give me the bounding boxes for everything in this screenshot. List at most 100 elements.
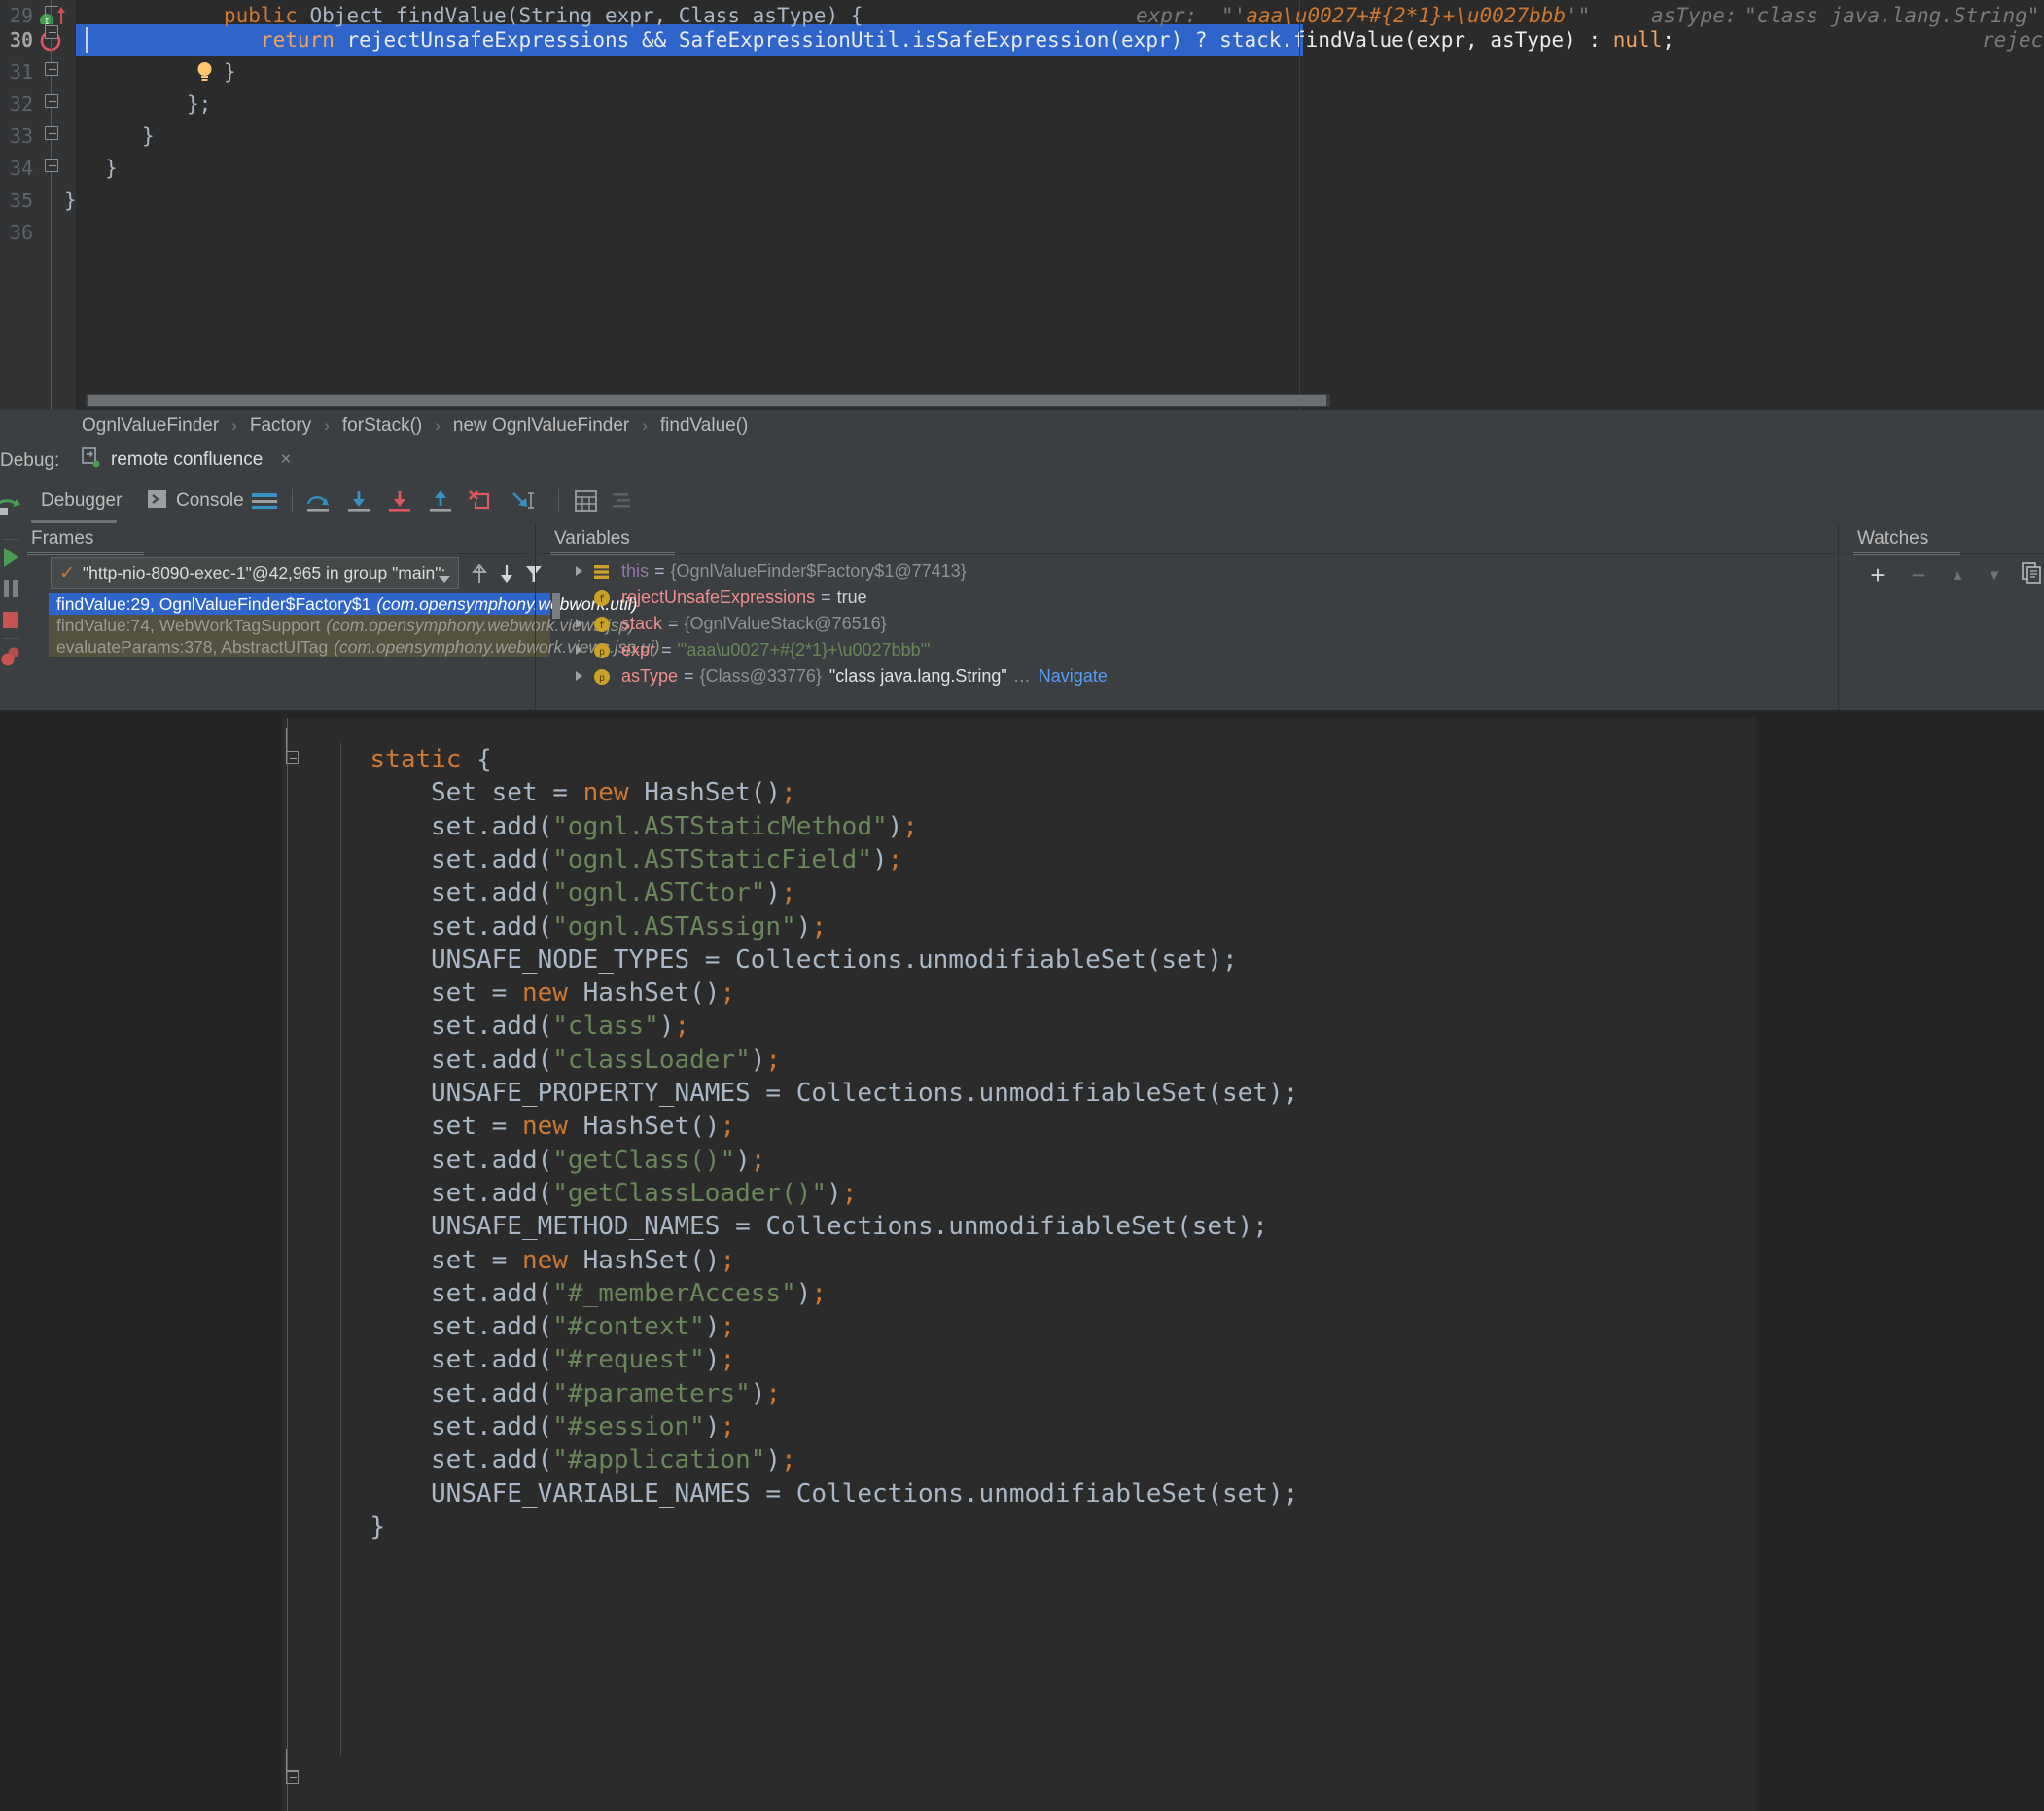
breadcrumb[interactable]: OgnlValueFinder › Factory › forStack() ›… xyxy=(0,410,2044,442)
run-to-cursor-icon[interactable] xyxy=(508,479,539,523)
frame-row[interactable]: evaluateParams:378, AbstractUITag (com.o… xyxy=(49,636,659,657)
editor-lower-pane[interactable]: static {Set set = new HashSet(); set.add(… xyxy=(282,718,1756,1811)
variable-row-rejectUnsafeExpressions[interactable]: f rejectUnsafeExpressions = true xyxy=(572,585,867,611)
add-watch-icon[interactable]: + xyxy=(1857,560,1898,590)
code-token: set.add( xyxy=(431,844,553,874)
chevron-right-icon[interactable] xyxy=(572,663,587,690)
stop-icon[interactable] xyxy=(1,610,20,636)
debugger-toolbar: Debugger Console xyxy=(0,479,2044,523)
variable-row-expr[interactable]: p expr = "'aaa\u0027+#{2*1}+\u0027bbb'" xyxy=(572,637,930,663)
code-token: UNSAFE_NODE_TYPES = Collections.unmodifi… xyxy=(431,944,1238,975)
variable-row-this[interactable]: this = {OgnlValueFinder$Factory$1@77413} xyxy=(572,558,967,585)
tab-console[interactable]: Console xyxy=(148,479,244,523)
debug-session-tab[interactable]: remote confluence × xyxy=(70,442,300,479)
resume-program-icon[interactable] xyxy=(0,545,21,575)
threads-and-variables-icon[interactable] xyxy=(611,479,636,523)
fold-marker-icon[interactable] xyxy=(45,126,58,140)
code-token: set.add( xyxy=(431,1378,553,1408)
frame-row[interactable]: findValue:29, OgnlValueFinder$Factory$1 … xyxy=(49,593,637,615)
step-out-icon[interactable] xyxy=(426,479,455,523)
code-line: set.add("class"); xyxy=(431,1010,689,1043)
drop-frame-icon[interactable] xyxy=(467,479,496,523)
editor-top-pane[interactable]: 29 I 30 31 32 33 34 35 36 public Object … xyxy=(0,0,2044,410)
gutter-line-31[interactable]: 31 xyxy=(0,56,76,89)
editor-horizontal-scrollbar[interactable] xyxy=(86,394,1330,407)
tab-debugger[interactable]: Debugger xyxy=(41,479,122,523)
variable-row-asType[interactable]: p asType = {Class@33776} "class java.lan… xyxy=(572,663,1108,690)
breadcrumb-item-4[interactable]: findValue() xyxy=(660,415,748,437)
code-token: set.add( xyxy=(431,1045,553,1075)
chevron-right-icon[interactable] xyxy=(572,637,587,663)
variable-value: "'aaa\u0027+#{2*1}+\u0027bbb'" xyxy=(677,640,931,659)
frames-list[interactable]: findValue:29, OgnlValueFinder$Factory$1 … xyxy=(49,593,659,657)
navigate-link[interactable]: Navigate xyxy=(1039,666,1108,687)
fold-region-top[interactable] xyxy=(45,6,58,25)
watches-panel-title: Watches xyxy=(1857,528,1929,549)
frames-up-icon[interactable] xyxy=(471,563,488,588)
breadcrumb-item-3[interactable]: new OgnlValueFinder xyxy=(453,415,629,437)
thread-selector[interactable]: ✓ "http-nio-8090-exec-1"@42,965 in group… xyxy=(51,557,459,589)
frame-row[interactable]: findValue:74, WebWorkTagSupport (com.ope… xyxy=(49,615,634,636)
frames-down-icon[interactable] xyxy=(498,564,515,588)
chevron-right-icon[interactable] xyxy=(572,611,587,637)
watches-panel-header[interactable]: Watches xyxy=(1853,523,2032,555)
variable-name: rejectUnsafeExpressions xyxy=(621,587,816,607)
inlay-hint-trailing: rejec xyxy=(1982,28,2044,52)
fold-marker-icon[interactable] xyxy=(45,62,58,76)
variable-row-stack[interactable]: f stack = {OgnlValueStack@76516} xyxy=(572,611,887,637)
frame-method: findValue:74, WebWorkTagSupport xyxy=(56,615,321,635)
gutter-line-34[interactable]: 34 xyxy=(0,153,76,185)
breadcrumb-item-0[interactable]: OgnlValueFinder xyxy=(82,415,219,437)
layout-settings-icon[interactable] xyxy=(251,479,278,523)
editor-lower-code[interactable]: static {Set set = new HashSet(); set.add(… xyxy=(282,718,1756,1811)
fold-marker-icon[interactable] xyxy=(45,159,58,172)
evaluate-expression-icon[interactable] xyxy=(574,479,599,523)
step-over-icon[interactable] xyxy=(303,479,333,523)
svg-text:f: f xyxy=(599,594,605,606)
code-token: "#application" xyxy=(552,1445,766,1475)
code-token: new xyxy=(521,978,583,1009)
breadcrumb-separator: › xyxy=(324,416,330,435)
thread-status-check-icon: ✓ xyxy=(59,563,75,584)
frames-scrollbar[interactable] xyxy=(552,593,560,657)
equals-sign: = xyxy=(821,587,831,607)
fold-marker-icon[interactable] xyxy=(45,94,58,108)
debug-left-rail xyxy=(0,499,22,710)
rerun-icon[interactable] xyxy=(0,490,23,524)
intention-bulb-icon[interactable] xyxy=(97,28,212,81)
chevron-right-icon[interactable] xyxy=(572,558,587,585)
debug-session-tabbar: Debug: remote confluence × xyxy=(0,442,2044,479)
editor-top-code[interactable]: public Object findValue(String expr, Cla… xyxy=(64,0,2044,410)
code-token: UNSAFE_METHOD_NAMES = Collections.unmodi… xyxy=(431,1212,1268,1242)
close-icon[interactable]: × xyxy=(280,449,291,471)
step-into-icon[interactable] xyxy=(344,479,373,523)
gutter-line-33[interactable]: 33 xyxy=(0,121,76,153)
pause-program-icon[interactable] xyxy=(1,577,20,605)
line-number: 36 xyxy=(9,221,33,244)
line-number: 32 xyxy=(9,92,33,116)
breadcrumb-item-1[interactable]: Factory xyxy=(250,415,311,437)
gutter-line-30[interactable]: 30 xyxy=(0,24,76,56)
code-token: ; xyxy=(781,778,796,808)
move-watch-up-icon: ▲ xyxy=(1950,566,1965,584)
pane-separator[interactable] xyxy=(535,523,536,710)
gutter-line-32[interactable]: 32 xyxy=(0,89,76,121)
code-token: "ognl.ASTStaticMethod" xyxy=(552,811,888,841)
frames-panel-header[interactable]: Frames xyxy=(27,523,206,555)
force-step-into-icon[interactable] xyxy=(385,479,414,523)
gutter-line-36[interactable]: 36 xyxy=(0,217,76,249)
copy-watch-icon[interactable] xyxy=(2013,561,2044,588)
watches-toolbar: + − ▲ ▼ xyxy=(1857,558,2044,591)
mute-breakpoints-icon[interactable] xyxy=(0,644,22,674)
pane-separator[interactable] xyxy=(1838,523,1839,710)
fold-marker-icon[interactable] xyxy=(45,25,58,39)
frames-filter-icon[interactable] xyxy=(525,564,543,588)
code-token: set.add( xyxy=(431,1345,553,1375)
breadcrumb-item-2[interactable]: forStack() xyxy=(342,415,422,437)
variables-panel-header[interactable]: Variables xyxy=(550,523,749,555)
scrollbar-thumb[interactable] xyxy=(552,593,560,619)
chevron-down-icon[interactable] xyxy=(439,571,450,588)
code-line-34: } xyxy=(105,157,118,180)
scrollbar-thumb[interactable] xyxy=(88,395,1326,406)
